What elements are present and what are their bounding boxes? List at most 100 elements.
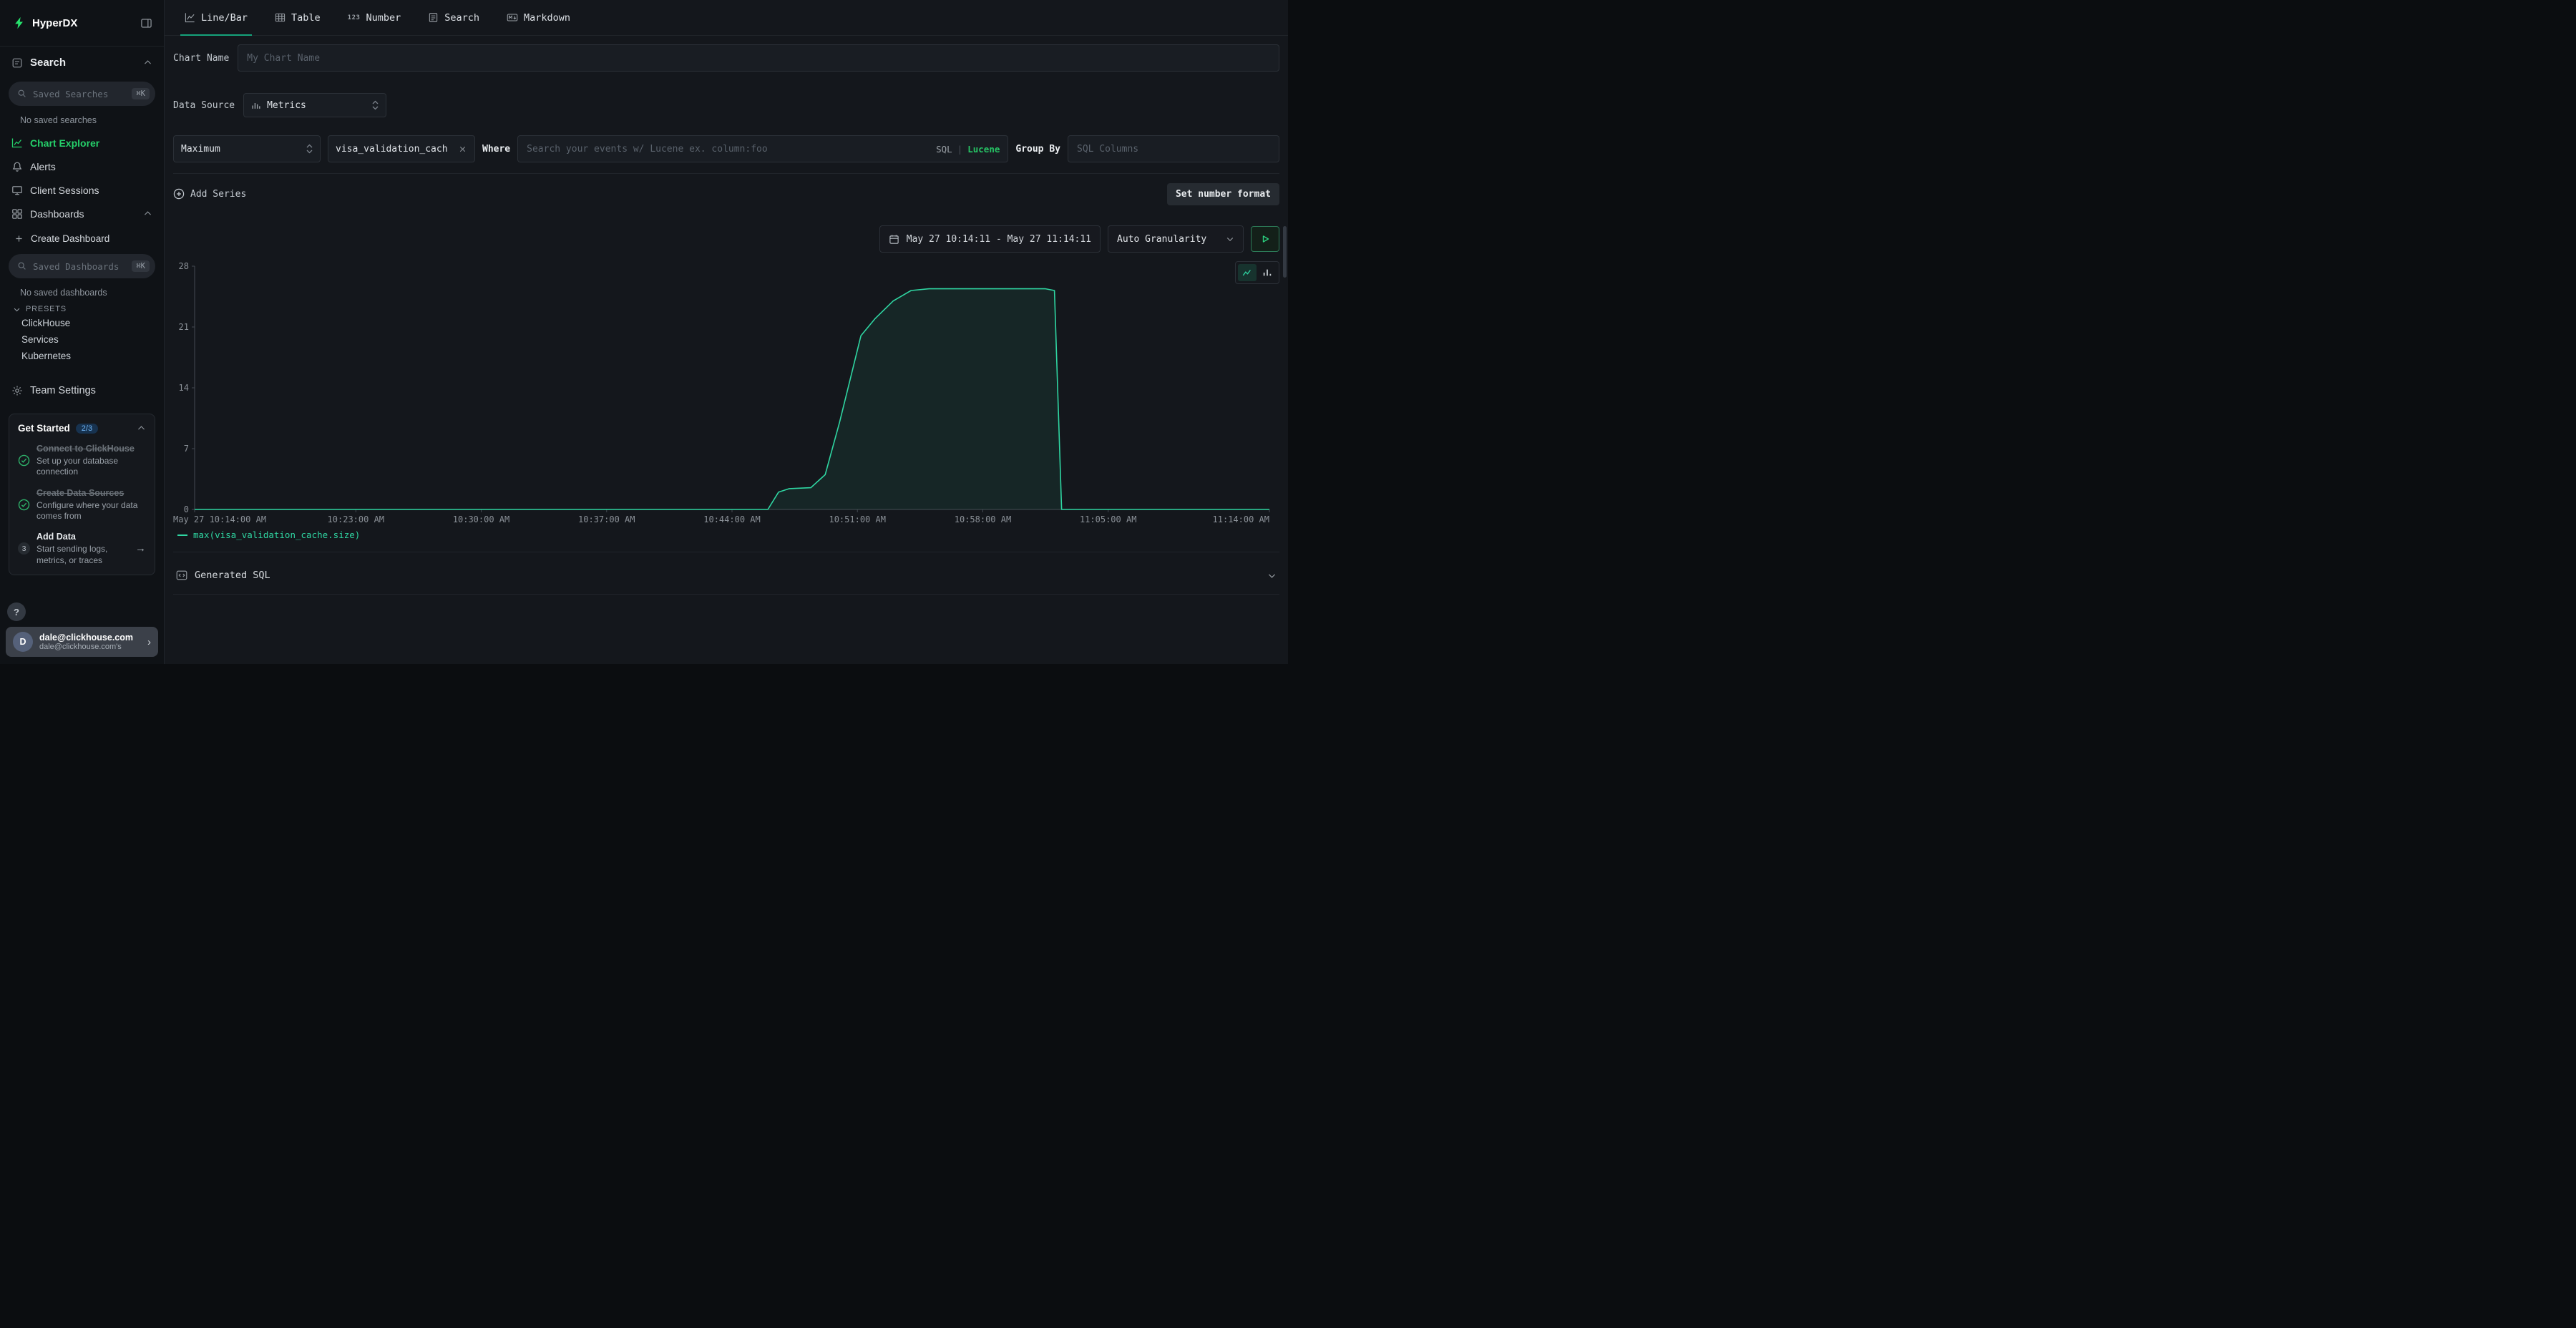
set-number-format-button[interactable]: Set number format <box>1167 183 1279 205</box>
chevron-down-icon <box>1226 235 1234 243</box>
saved-searches-shortcut: ⌘K <box>132 88 150 99</box>
list-document-icon <box>428 12 439 23</box>
tab-label: Table <box>291 12 321 24</box>
tab-label: Markdown <box>524 12 570 24</box>
svg-text:10:44:00 AM: 10:44:00 AM <box>703 514 760 524</box>
brand[interactable]: HyperDX <box>13 16 77 29</box>
sidebar-item-dashboards[interactable]: Dashboards <box>0 202 164 225</box>
svg-text:10:58:00 AM: 10:58:00 AM <box>955 514 1011 524</box>
get-started-step-add-data[interactable]: 3 Add Data Start sending logs, metrics, … <box>18 531 146 566</box>
where-input[interactable] <box>517 135 1008 162</box>
metrics-chart[interactable]: 07142128May 27 10:14:00 AM10:23:00 AM10:… <box>173 256 1279 528</box>
svg-text:10:23:00 AM: 10:23:00 AM <box>328 514 384 524</box>
data-source-label: Data Source <box>173 100 235 111</box>
number-123-icon: 123 <box>348 14 361 21</box>
sidebar-item-chart-explorer[interactable]: Chart Explorer <box>0 131 164 155</box>
search-section-icon <box>11 57 23 69</box>
user-subtitle: dale@clickhouse.com's <box>39 643 141 651</box>
dashboards-grid-icon <box>11 208 23 220</box>
create-dashboard-label: Create Dashboard <box>31 233 109 244</box>
chevron-up-icon <box>143 58 152 67</box>
saved-searches-input[interactable]: Saved Searches ⌘K <box>9 82 155 106</box>
chevron-down-icon <box>13 306 21 313</box>
sql-toggle[interactable]: SQL <box>936 144 952 155</box>
user-email: dale@clickhouse.com <box>39 633 141 643</box>
add-series-button[interactable]: Add Series <box>173 188 246 200</box>
data-source-select[interactable]: Metrics <box>243 93 386 117</box>
aggregation-select[interactable]: Maximum <box>173 135 321 162</box>
generated-sql-label: Generated SQL <box>195 570 270 581</box>
date-range-picker[interactable]: May 27 10:14:11 - May 27 11:14:11 <box>879 225 1101 253</box>
generated-sql-section[interactable]: Generated SQL <box>173 562 1279 588</box>
group-by-input[interactable] <box>1068 135 1279 162</box>
table-icon <box>275 12 286 23</box>
get-started-step-connect[interactable]: Connect to ClickHouse Set up your databa… <box>18 443 146 478</box>
chart-area: 07142128May 27 10:14:00 AM10:23:00 AM10:… <box>173 256 1279 531</box>
tab-table[interactable]: Table <box>275 0 321 35</box>
sidebar-item-client-sessions[interactable]: Client Sessions <box>0 178 164 202</box>
chart-explorer-label: Chart Explorer <box>30 137 99 149</box>
avatar: D <box>13 632 33 652</box>
search-section-label: Search <box>30 57 66 69</box>
chart-name-row: Chart Name <box>173 44 1279 72</box>
scrollbar-thumb[interactable] <box>1283 226 1287 278</box>
get-started-title: Get Started <box>18 423 70 434</box>
close-icon <box>458 145 467 154</box>
chart-controls: May 27 10:14:11 - May 27 11:14:11 Auto G… <box>879 225 1279 253</box>
group-by-label: Group By <box>1015 144 1060 155</box>
search-section-header[interactable]: Search <box>0 46 164 79</box>
chevron-right-icon: › <box>147 636 151 648</box>
tab-search[interactable]: Search <box>428 0 479 35</box>
tab-label: Search <box>444 12 479 24</box>
data-source-value: Metrics <box>267 100 366 111</box>
svg-text:May 27 10:14:00 AM: May 27 10:14:00 AM <box>173 514 266 524</box>
bell-icon <box>11 161 23 172</box>
granularity-select[interactable]: Auto Granularity <box>1108 225 1244 253</box>
code-icon <box>176 570 187 581</box>
remove-metric-button[interactable] <box>458 145 467 154</box>
toggle-divider: | <box>957 144 963 155</box>
alerts-label: Alerts <box>30 161 56 172</box>
svg-text:11:14:00 AM: 11:14:00 AM <box>1213 514 1269 524</box>
preset-item-clickhouse[interactable]: ClickHouse <box>0 315 164 331</box>
main-content: Line/Bar Table 123 Number Search Markdow… <box>165 0 1288 664</box>
legend-series-label: max(visa_validation_cache.size) <box>193 529 360 540</box>
no-saved-dashboards-text: No saved dashboards <box>20 288 164 298</box>
preset-item-services[interactable]: Services <box>0 331 164 348</box>
user-menu[interactable]: D dale@clickhouse.com dale@clickhouse.co… <box>6 627 158 657</box>
client-sessions-label: Client Sessions <box>30 185 99 196</box>
step-title: Connect to ClickHouse <box>36 443 146 454</box>
monitor-icon <box>11 185 23 196</box>
lucene-toggle[interactable]: Lucene <box>967 144 1000 155</box>
arrow-right-icon[interactable]: → <box>135 542 146 555</box>
create-dashboard-button[interactable]: Create Dashboard <box>0 225 164 251</box>
get-started-step-sources[interactable]: Create Data Sources Configure where your… <box>18 487 146 522</box>
tab-label: Line/Bar <box>201 12 248 24</box>
preset-item-kubernetes[interactable]: Kubernetes <box>0 348 164 364</box>
hyperdx-logo-icon <box>13 16 26 29</box>
help-button[interactable]: ? <box>7 602 26 621</box>
tab-line-bar[interactable]: Line/Bar <box>185 0 248 35</box>
get-started-card: Get Started 2/3 Connect to ClickHouse Se… <box>9 414 155 575</box>
sidebar-item-alerts[interactable]: Alerts <box>0 155 164 178</box>
step-title: Add Data <box>36 531 129 542</box>
sidebar-item-team-settings[interactable]: Team Settings <box>0 379 164 402</box>
metric-tag[interactable]: visa_validation_cach <box>328 135 475 162</box>
sidebar-collapse-button[interactable] <box>140 17 152 29</box>
search-icon <box>17 261 27 271</box>
tab-number[interactable]: 123 Number <box>348 0 401 35</box>
step-subtitle: Set up your database connection <box>36 456 146 478</box>
saved-dashboards-placeholder: Saved Dashboards <box>33 261 126 272</box>
run-query-button[interactable] <box>1251 226 1279 252</box>
chart-line-icon <box>11 137 23 149</box>
series-row: Maximum visa_validation_cach Where SQL |… <box>173 135 1279 162</box>
saved-dashboards-input[interactable]: Saved Dashboards ⌘K <box>9 254 155 278</box>
get-started-progress-badge: 2/3 <box>76 424 98 434</box>
calendar-icon <box>889 234 899 245</box>
chevron-down-icon <box>1267 571 1277 580</box>
hyperdx-app: HyperDX Search Saved Searches ⌘K No save… <box>0 0 1288 664</box>
get-started-header[interactable]: Get Started 2/3 <box>18 423 146 434</box>
chart-name-input[interactable] <box>238 44 1279 72</box>
presets-toggle[interactable]: PRESETS <box>13 305 164 313</box>
tab-markdown[interactable]: Markdown <box>507 0 570 35</box>
